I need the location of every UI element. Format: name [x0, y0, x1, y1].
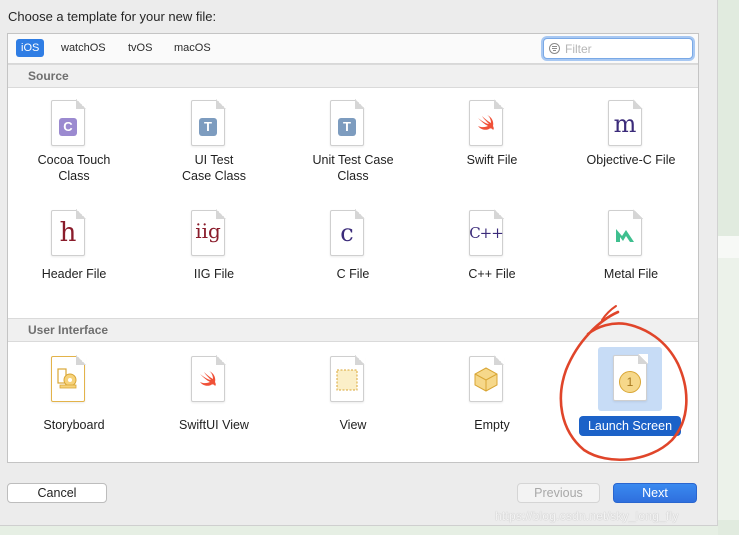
- metal-file-icon: [608, 209, 643, 256]
- template-view[interactable]: View: [298, 355, 408, 452]
- template-label: Storyboard: [43, 418, 105, 432]
- c-file-icon: c: [330, 209, 365, 256]
- cocoa-touch-class-icon: C: [51, 99, 86, 146]
- unit-test-case-class-glyph: T: [338, 118, 356, 136]
- view-icon: [330, 355, 365, 402]
- template-cpp-file[interactable]: C++ C++ File: [437, 209, 547, 306]
- unit-test-case-class-icon: T: [330, 99, 365, 146]
- template-label: Empty: [474, 418, 510, 432]
- template-label: C File: [336, 267, 370, 281]
- template-label: UI Test Case Class: [182, 153, 246, 183]
- cancel-button[interactable]: Cancel: [7, 483, 107, 503]
- section-title: Source: [28, 69, 69, 83]
- cpp-file-icon: C++: [469, 209, 504, 256]
- template-iig-file[interactable]: iig IIG File: [159, 209, 269, 306]
- template-header-file[interactable]: h Header File: [19, 209, 129, 306]
- iig-glyph: iig: [195, 219, 221, 243]
- tab-ios[interactable]: iOS: [16, 39, 45, 57]
- previous-button[interactable]: Previous: [517, 483, 600, 503]
- background-strip: [718, 236, 739, 258]
- filter-field[interactable]: Filter: [543, 38, 693, 59]
- empty-icon: [469, 355, 504, 402]
- new-file-sheet: Choose a template for your new file: iOS…: [0, 0, 718, 526]
- cocoa-touch-class-glyph: C: [59, 118, 77, 136]
- section-header-user-interface: User Interface: [8, 318, 698, 342]
- template-label: Metal File: [603, 267, 659, 281]
- launch-screen-label[interactable]: Launch Screen: [579, 416, 681, 436]
- header-glyph: h: [59, 218, 77, 248]
- template-swiftui-view[interactable]: SwiftUI View: [159, 355, 269, 452]
- section-header-source: Source: [8, 64, 698, 88]
- template-label: IIG File: [193, 267, 235, 281]
- template-c-file[interactable]: c C File: [298, 209, 408, 306]
- storyboard-icon: [51, 355, 86, 402]
- header-file-icon: h: [51, 209, 86, 256]
- template-label: Swift File: [466, 153, 518, 167]
- template-empty[interactable]: Empty: [437, 355, 547, 452]
- template-swift-file[interactable]: Swift File: [437, 99, 547, 196]
- launch-screen-glyph: 1: [619, 371, 641, 393]
- cpp-glyph: C++: [469, 224, 504, 242]
- ui-test-case-class-icon: T: [191, 99, 226, 146]
- template-label: Header File: [41, 267, 107, 281]
- dialog-prompt: Choose a template for your new file:: [8, 9, 217, 24]
- template-unit-test-case-class[interactable]: T Unit Test Case Class: [298, 99, 408, 196]
- template-objective-c-file[interactable]: m Objective-C File: [576, 99, 686, 196]
- section-title: User Interface: [28, 323, 109, 337]
- next-button[interactable]: Next: [613, 483, 697, 503]
- template-label: C++ File: [468, 267, 516, 281]
- c-glyph: c: [340, 219, 354, 247]
- template-label: View: [339, 418, 367, 432]
- template-ui-test-case-class[interactable]: T UI Test Case Class: [159, 99, 269, 196]
- template-metal-file[interactable]: Metal File: [576, 209, 686, 306]
- template-label: SwiftUI View: [179, 418, 249, 432]
- iig-file-icon: iig: [191, 209, 226, 256]
- template-panel: iOS watchOS tvOS macOS Filter Source C C…: [7, 33, 699, 463]
- swift-file-icon: [469, 99, 504, 146]
- platform-bar: iOS watchOS tvOS macOS Filter: [8, 34, 698, 64]
- tab-watchos[interactable]: watchOS: [56, 39, 111, 57]
- template-label: Cocoa Touch Class: [37, 153, 111, 183]
- tab-tvos[interactable]: tvOS: [123, 39, 157, 57]
- objective-c-file-icon: m: [608, 99, 643, 146]
- tab-macos[interactable]: macOS: [169, 39, 216, 57]
- objective-c-glyph: m: [613, 110, 637, 138]
- launch-screen-icon: 1: [613, 354, 648, 401]
- filter-placeholder: Filter: [565, 42, 592, 56]
- filter-icon: [549, 43, 560, 54]
- ui-test-case-class-glyph: T: [199, 118, 217, 136]
- template-label: Unit Test Case Class: [312, 153, 394, 183]
- template-storyboard[interactable]: Storyboard: [19, 355, 129, 452]
- background-strip: [718, 258, 739, 520]
- watermark: https://blog.csdn.net/sky_long_fly: [495, 509, 679, 523]
- swiftui-view-icon: [191, 355, 226, 402]
- template-cocoa-touch-class[interactable]: C Cocoa Touch Class: [19, 99, 129, 196]
- template-label: Objective-C File: [586, 153, 676, 167]
